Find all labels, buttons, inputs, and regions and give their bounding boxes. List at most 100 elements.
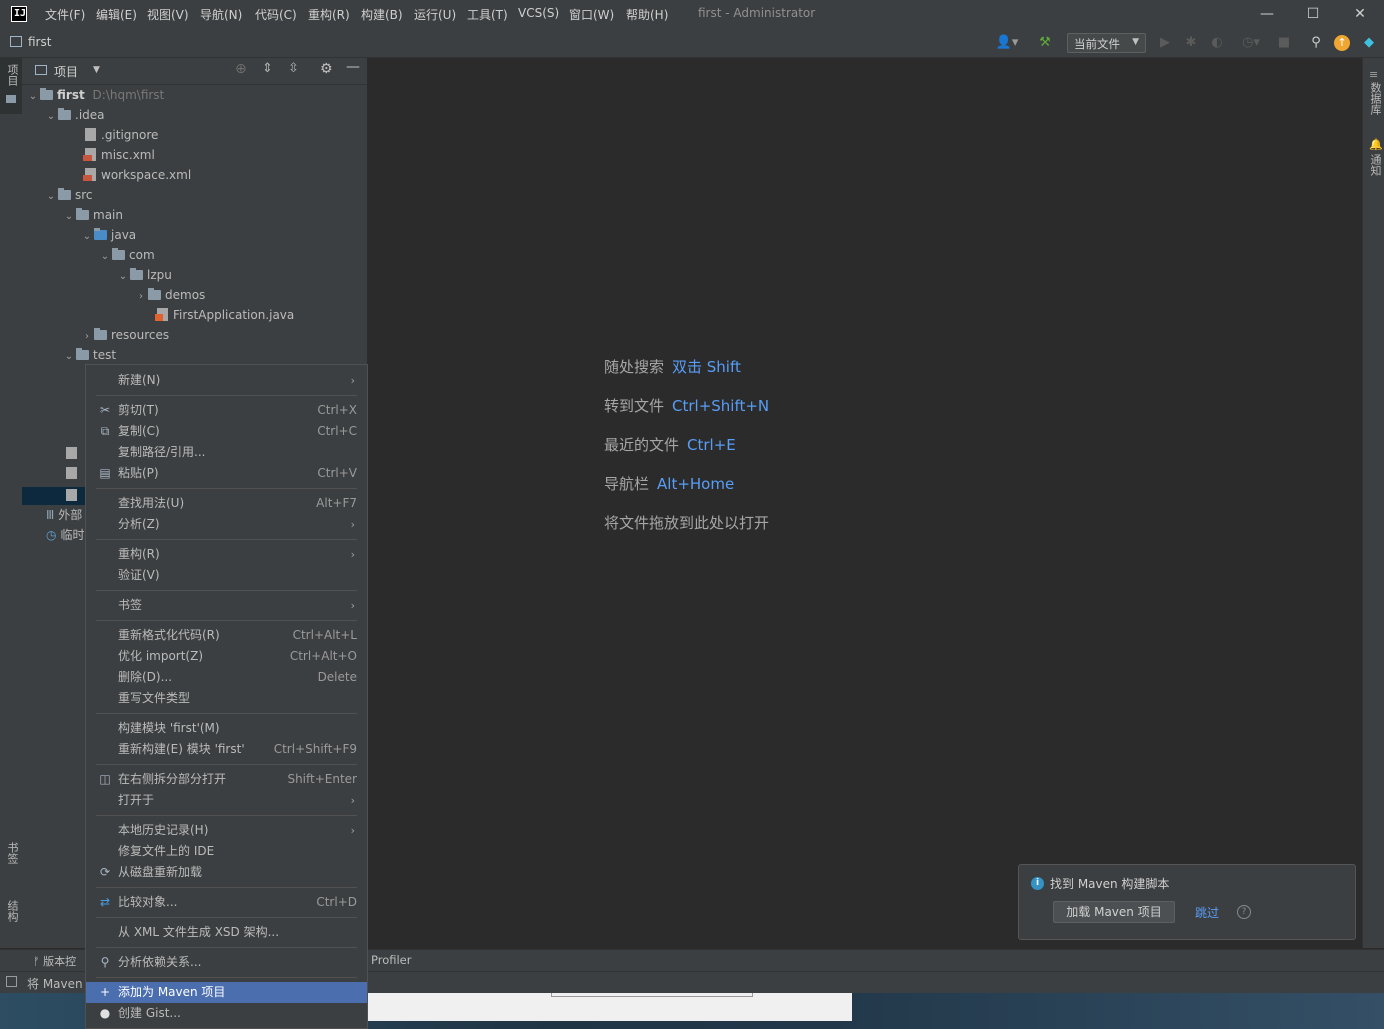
tree-node-main[interactable]: ⌄ main (64, 205, 123, 225)
chevron-right-icon[interactable]: › (136, 287, 146, 307)
chevron-down-icon[interactable]: ⌄ (82, 227, 92, 247)
chevron-right-icon[interactable]: › (82, 327, 92, 347)
chevron-down-icon[interactable]: ⌄ (28, 87, 38, 107)
menu-item-refactor[interactable]: 重构(R) › (86, 544, 367, 565)
tree-node-gitignore[interactable]: .gitignore (82, 125, 158, 145)
close-button[interactable]: ✕ (1348, 4, 1372, 24)
maximize-button[interactable]: ☐ (1301, 4, 1325, 24)
build-hammer-icon[interactable]: ⚒ (1036, 35, 1054, 51)
run-config-select[interactable]: 当前文件 ▼ (1067, 33, 1146, 53)
menu-item-validate[interactable]: 验证(V) (86, 565, 367, 586)
menu-window[interactable]: 窗口(W) (569, 6, 614, 23)
menu-item-delete[interactable]: 删除(D)... Delete (86, 667, 367, 688)
window-title: first - Administrator (698, 6, 816, 20)
structure-tool-tab[interactable]: 结构 (4, 900, 20, 922)
debug-icon[interactable]: ✱ (1182, 35, 1200, 51)
menu-item-compare-with[interactable]: ⇄ 比较对象... Ctrl+D (86, 892, 367, 913)
tree-node-first[interactable]: ⌄ first D:\hqm\first (28, 85, 164, 105)
tree-node-scratches[interactable]: ◷ 临时 (46, 525, 85, 545)
profiler-tool-tab[interactable]: Profiler (371, 953, 412, 967)
tree-node-src[interactable]: ⌄ src (46, 185, 93, 205)
tree-node-idea[interactable]: ⌄ .idea (46, 105, 105, 125)
menu-item-paste[interactable]: ▤ 粘贴(P) Ctrl+V (86, 463, 367, 484)
help-icon[interactable]: ? (1237, 905, 1251, 919)
menu-file[interactable]: 文件(F) (45, 6, 85, 23)
run-icon[interactable]: ▶ (1156, 35, 1174, 51)
chevron-down-icon[interactable]: ⌄ (64, 207, 74, 227)
menu-item-create-gist[interactable]: ● 创建 Gist... (86, 1003, 367, 1024)
menu-item-open-in[interactable]: 打开于 › (86, 790, 367, 811)
menu-item-analyze[interactable]: 分析(Z) › (86, 514, 367, 535)
tree-node-external-libraries[interactable]: Ⅲ 外部 (46, 505, 82, 525)
chevron-down-icon[interactable]: ⌄ (46, 107, 56, 127)
menu-item-open-right-split[interactable]: ◫ 在右侧拆分部分打开 Shift+Enter (86, 769, 367, 790)
notifications-tool-tab[interactable]: 通知 (1367, 154, 1383, 176)
menu-build[interactable]: 构建(B) (361, 6, 403, 23)
project-tool-tab[interactable]: 项目 (0, 58, 22, 114)
menu-item-build-module[interactable]: 构建模块 'first'(M) (86, 718, 367, 739)
tree-node-resources[interactable]: › resources (82, 325, 169, 345)
menu-item-generate-xsd[interactable]: 从 XML 文件生成 XSD 架构... (86, 922, 367, 943)
menu-item-reload-from-disk[interactable]: ⟳ 从磁盘重新加载 (86, 862, 367, 883)
skip-link[interactable]: 跳过 (1195, 904, 1219, 921)
menu-item-analyze-dependencies[interactable]: ⚲ 分析依赖关系... (86, 952, 367, 973)
menu-item-override-file-type[interactable]: 重写文件类型 (86, 688, 367, 709)
menu-item-repair-ide[interactable]: 修复文件上的 IDE (86, 841, 367, 862)
menu-item-optimize-imports[interactable]: 优化 import(Z) Ctrl+Alt+O (86, 646, 367, 667)
menu-item-find-usages[interactable]: 查找用法(U) Alt+F7 (86, 493, 367, 514)
plugin-icon[interactable]: ◆ (1360, 35, 1378, 51)
menu-run[interactable]: 运行(U) (414, 6, 456, 23)
tree-node-misc-xml[interactable]: misc.xml (82, 145, 155, 165)
tree-node-demos[interactable]: › demos (136, 285, 205, 305)
collapse-all-icon[interactable]: ⇳ (288, 61, 299, 76)
menu-item-cut[interactable]: ✂ 剪切(T) Ctrl+X (86, 400, 367, 421)
menu-code[interactable]: 代码(C) (255, 6, 297, 23)
menu-item-copy[interactable]: ⧉ 复制(C) Ctrl+C (86, 421, 367, 442)
database-tool-tab[interactable]: 数据库 (1367, 82, 1383, 115)
tree-node-java[interactable]: ⌄ java (82, 225, 136, 245)
menu-item-rebuild-module[interactable]: 重新构建(E) 模块 'first' Ctrl+Shift+F9 (86, 739, 367, 760)
project-view-title[interactable]: 项目 (54, 63, 78, 80)
load-maven-project-button[interactable]: 加载 Maven 项目 (1053, 901, 1175, 923)
menu-item-bookmarks[interactable]: 书签 › (86, 595, 367, 616)
editor-area[interactable]: 随处搜索 双击 Shift 转到文件 Ctrl+Shift+N 最近的文件 Ctrl+… (368, 58, 1361, 948)
tree-node-firstapplication-java[interactable]: FirstApplication.java (154, 305, 294, 325)
menu-item-copy-path[interactable]: 复制路径/引用... (86, 442, 367, 463)
selected-tree-row[interactable] (22, 487, 85, 505)
bookmarks-tool-tab[interactable]: 书签 (4, 842, 20, 864)
coverage-icon[interactable]: ◐ (1208, 35, 1226, 51)
locate-icon[interactable]: ⊕ (235, 61, 247, 77)
menu-item-add-as-maven-project[interactable]: + 添加为 Maven 项目 (86, 982, 367, 1003)
chevron-down-icon[interactable]: ▼ (93, 65, 100, 75)
menu-vcs[interactable]: VCS(S) (518, 6, 559, 20)
menu-view[interactable]: 视图(V) (147, 6, 189, 23)
expand-all-icon[interactable]: ⇕ (262, 61, 273, 76)
gear-icon[interactable]: ⚙ (320, 61, 333, 77)
chevron-down-icon[interactable]: ⌄ (100, 247, 110, 267)
tree-node-workspace-xml[interactable]: workspace.xml (82, 165, 191, 185)
menu-item-reformat-code[interactable]: 重新格式化代码(R) Ctrl+Alt+L (86, 625, 367, 646)
chevron-down-icon[interactable]: ⌄ (46, 187, 56, 207)
menu-item-new[interactable]: 新建(N) › (86, 370, 367, 391)
stop-icon[interactable]: ■ (1275, 35, 1293, 51)
window-layout-icon[interactable] (6, 976, 17, 987)
tree-node-com[interactable]: ⌄ com (100, 245, 155, 265)
menu-tools[interactable]: 工具(T) (467, 6, 508, 23)
chevron-down-icon[interactable]: ⌄ (118, 267, 128, 287)
tree-node-test[interactable]: ⌄ test (64, 345, 116, 365)
menu-item-local-history[interactable]: 本地历史记录(H) › (86, 820, 367, 841)
minimize-button[interactable]: — (1255, 4, 1279, 24)
menu-help[interactable]: 帮助(H) (626, 6, 668, 23)
update-icon[interactable]: ↑ (1334, 35, 1350, 51)
vcs-tool-tab[interactable]: ᚠ 版本控 (33, 953, 76, 969)
chevron-down-icon[interactable]: ⌄ (64, 347, 74, 367)
menu-refactor[interactable]: 重构(R) (308, 6, 350, 23)
user-icon[interactable]: 👤▾ (995, 35, 1019, 51)
breadcrumb[interactable]: first (28, 35, 51, 49)
menu-edit[interactable]: 编辑(E) (96, 6, 137, 23)
tree-node-lzpu[interactable]: ⌄ lzpu (118, 265, 172, 285)
search-icon[interactable]: ⚲ (1307, 35, 1325, 51)
menu-navigate[interactable]: 导航(N) (200, 6, 242, 23)
hide-panel-icon[interactable]: — (346, 59, 360, 75)
profile-icon[interactable]: ◷▾ (1236, 35, 1266, 51)
